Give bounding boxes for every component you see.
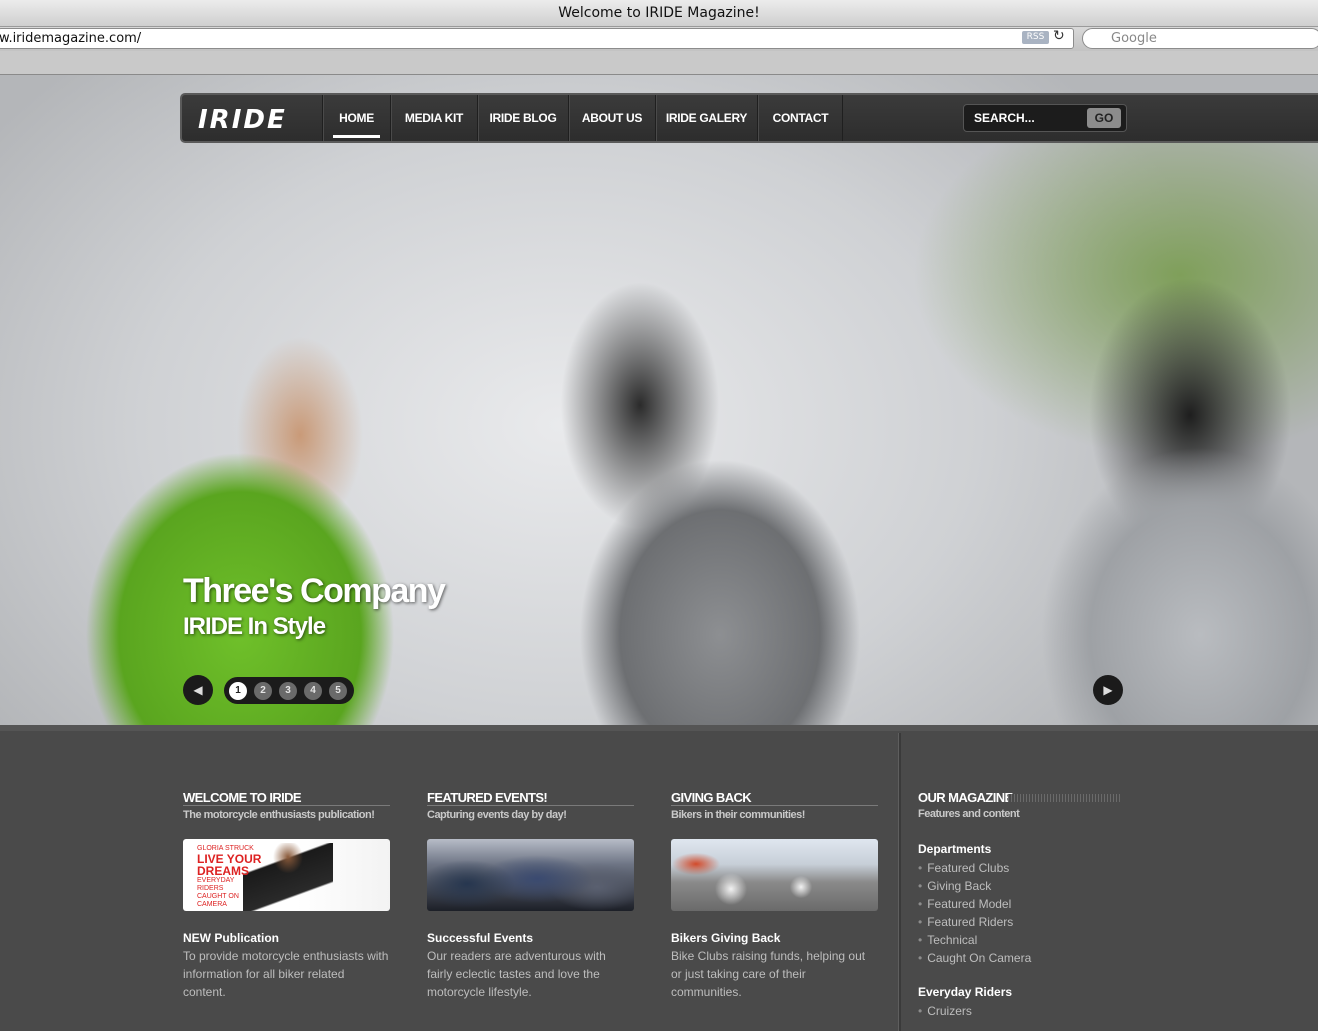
article-title[interactable]: Successful Events bbox=[427, 931, 634, 945]
column-heading: WELCOME TO IRIDE bbox=[183, 790, 390, 806]
everyday-riders-list: • Cruizers bbox=[918, 1002, 1128, 1020]
publication-thumbnail[interactable]: GLORIA STRUCK LIVE YOUR DREAMS EVERYDAY … bbox=[183, 839, 390, 911]
site-logo[interactable]: IRIDE bbox=[198, 105, 287, 135]
sidebar-divider bbox=[898, 733, 901, 1031]
slide-title: Three's Company bbox=[183, 572, 446, 610]
article-body: To provide motorcycle enthusiasts with i… bbox=[183, 949, 389, 999]
slide-dot-1[interactable]: 1 bbox=[229, 682, 247, 700]
sidebar-heading: OUR MAGAZINE bbox=[918, 790, 1128, 805]
departments-list: • Featured Clubs • Giving Back • Featured M… bbox=[918, 859, 1128, 967]
department-link[interactable]: • Giving Back bbox=[918, 877, 1128, 895]
column-subheading: Bikers in their communities! bbox=[671, 809, 805, 821]
slide-pager: 1 2 3 4 5 bbox=[224, 677, 354, 704]
nav-media-kit[interactable]: MEDIA KIT bbox=[390, 95, 477, 141]
slide-subtitle: IRIDE In Style bbox=[183, 613, 326, 640]
everyday-link[interactable]: • Cruizers bbox=[918, 1002, 1128, 1020]
reload-icon[interactable]: ↻ bbox=[1053, 27, 1065, 46]
slide-dot-3[interactable]: 3 bbox=[279, 682, 297, 700]
slide-dot-4[interactable]: 4 bbox=[304, 682, 322, 700]
department-link[interactable]: • Featured Riders bbox=[918, 913, 1128, 931]
article-body: Our readers are adventurous with fairly … bbox=[427, 949, 606, 999]
prev-arrow-icon[interactable]: ◀ bbox=[183, 675, 213, 705]
column-subheading: The motorcycle enthusiasts publication! bbox=[183, 809, 375, 821]
column-heading: FEATURED EVENTS! bbox=[427, 790, 634, 806]
magazine-sidebar: OUR MAGAZINE Features and content Depart… bbox=[918, 790, 1128, 1020]
nav-iride-galery[interactable]: IRIDE GALERY bbox=[655, 95, 757, 141]
article-body: Bike Clubs raising funds, helping out or… bbox=[671, 949, 866, 999]
column-subheading: Capturing events day by day! bbox=[427, 809, 567, 821]
window-title: Welcome to IRIDE Magazine! bbox=[0, 0, 1318, 27]
browser-toolbar: w.iridemagazine.com/ RSS ↻ 🔍︎ Google bbox=[0, 27, 1318, 51]
everyday-riders-title: Everyday Riders bbox=[918, 985, 1013, 999]
nav-about-us[interactable]: ABOUT US bbox=[568, 95, 655, 141]
department-link[interactable]: • Featured Clubs bbox=[918, 859, 1128, 877]
search-go-button[interactable]: GO bbox=[1087, 108, 1121, 128]
nav-iride-blog[interactable]: IRIDE BLOG bbox=[477, 95, 568, 141]
events-thumbnail[interactable] bbox=[427, 839, 634, 911]
events-column: FEATURED EVENTS! Capturing events day by… bbox=[427, 790, 634, 1001]
slide-dot-5[interactable]: 5 bbox=[329, 682, 347, 700]
slide-dot-2[interactable]: 2 bbox=[254, 682, 272, 700]
rss-button[interactable]: RSS bbox=[1022, 31, 1049, 44]
column-heading: GIVING BACK bbox=[671, 790, 878, 806]
department-link[interactable]: • Technical bbox=[918, 931, 1128, 949]
article-title[interactable]: Bikers Giving Back bbox=[671, 931, 878, 945]
departments-title: Departments bbox=[918, 842, 992, 856]
nav-divider bbox=[842, 95, 843, 141]
sidebar-subheading: Features and content bbox=[918, 808, 1020, 820]
nav-contact[interactable]: CONTACT bbox=[757, 95, 843, 141]
giving-back-thumbnail[interactable] bbox=[671, 839, 878, 911]
giving-back-column: GIVING BACK Bikers in their communities!… bbox=[671, 790, 878, 1001]
bookmarks-bar bbox=[0, 51, 1318, 75]
browser-search-field[interactable]: Google bbox=[1082, 28, 1318, 49]
main-nav: IRIDE HOME MEDIA KIT IRIDE BLOG ABOUT US… bbox=[180, 93, 1318, 143]
next-arrow-icon[interactable]: ▶ bbox=[1093, 675, 1123, 705]
department-link[interactable]: • Caught On Camera bbox=[918, 949, 1128, 967]
address-bar[interactable]: w.iridemagazine.com/ bbox=[0, 28, 1074, 49]
welcome-column: WELCOME TO IRIDE The motorcycle enthusia… bbox=[183, 790, 390, 1001]
department-link[interactable]: • Featured Model bbox=[918, 895, 1128, 913]
nav-home[interactable]: HOME bbox=[322, 95, 390, 141]
article-title[interactable]: NEW Publication bbox=[183, 931, 390, 945]
cover-text: GLORIA STRUCK LIVE YOUR DREAMS EVERYDAY … bbox=[197, 845, 262, 908]
